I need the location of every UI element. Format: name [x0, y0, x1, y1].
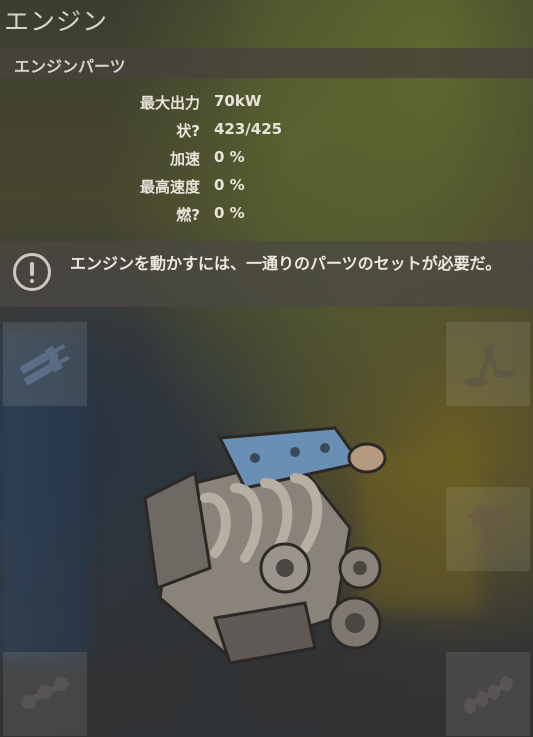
part-slot-crankshaft[interactable] [3, 652, 87, 736]
stat-row-max-power: 最大出力 70kW [0, 92, 533, 114]
stat-label: 最大出力 [139, 94, 200, 112]
part-slot-spark-plug[interactable] [3, 322, 87, 406]
warning-banner: エンジンを動かすには、一通りのパーツのセットが必要だ。 [0, 241, 533, 307]
warning-text: エンジンを動かすには、一通りのパーツのセットが必要だ。 [70, 254, 502, 273]
camshaft-icon [462, 676, 514, 714]
stat-value: 0 % [214, 148, 245, 166]
crankshaft-icon [20, 677, 70, 709]
parts-header: エンジンパーツ [0, 48, 533, 78]
stat-value: 423/425 [214, 120, 283, 138]
window-title: エンジン [4, 7, 109, 36]
car-engine-icon[interactable] [135, 418, 395, 668]
stat-row-top-speed: 最高速度 0 % [0, 176, 533, 198]
part-slot-valve[interactable] [446, 322, 530, 406]
stat-label: 加速 [169, 150, 200, 168]
part-slot-camshaft[interactable] [446, 652, 530, 736]
stat-label: 状? [176, 122, 200, 140]
piston-icon [468, 507, 508, 555]
stat-label: 燃? [176, 206, 200, 224]
valve-icon [464, 342, 514, 387]
stat-label: 最高速度 [139, 178, 200, 196]
stat-value: 0 % [214, 176, 245, 194]
stat-row-condition: 状? 423/425 [0, 120, 533, 142]
stat-row-acceleration: 加速 0 % [0, 148, 533, 170]
part-slot-piston[interactable] [446, 487, 530, 571]
stat-value: 70kW [214, 92, 262, 110]
stat-value: 0 % [214, 204, 245, 222]
exclamation-circle-icon [13, 253, 51, 291]
spark-plug-icon [19, 344, 70, 385]
parts-header-label: エンジンパーツ [14, 57, 126, 76]
stat-row-fuel: 燃? 0 % [0, 204, 533, 226]
